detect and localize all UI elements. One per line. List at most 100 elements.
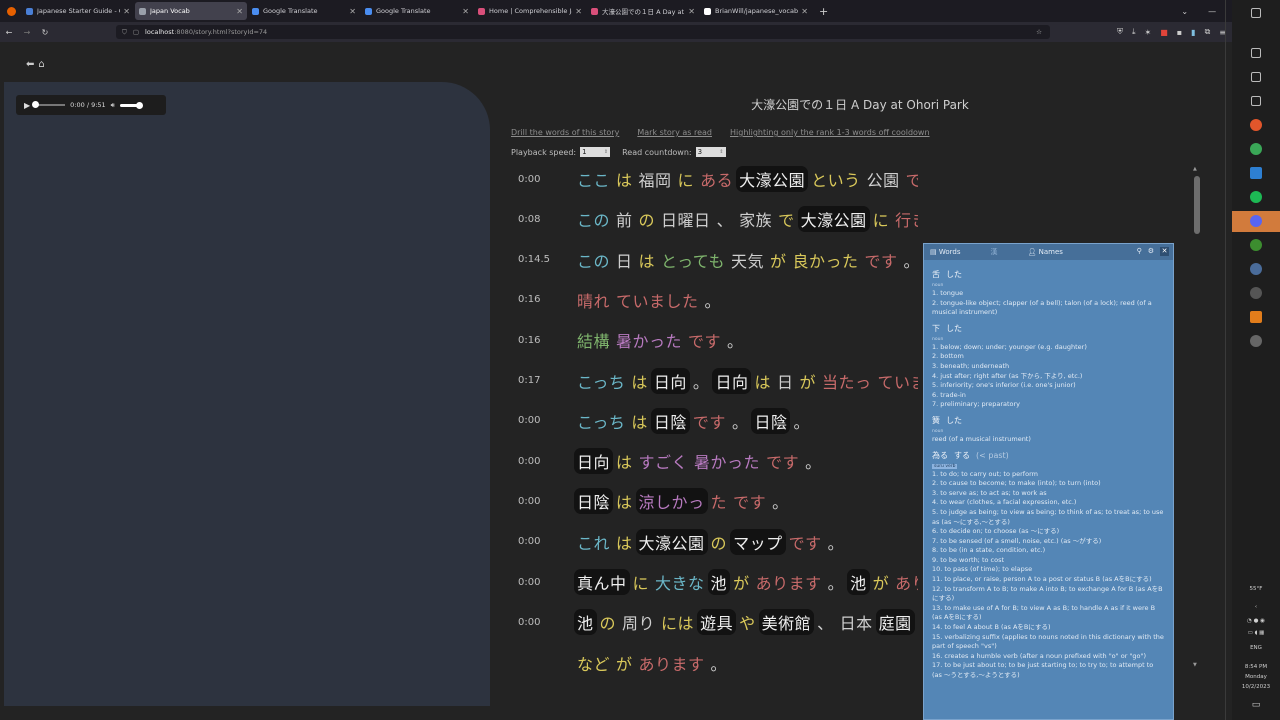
forward-icon[interactable]: → (18, 28, 36, 37)
story-word[interactable]: 周り (619, 609, 658, 635)
line-timestamp[interactable]: 0:00 (518, 617, 574, 628)
story-word[interactable]: 日向 (650, 367, 690, 394)
story-word[interactable]: です (763, 448, 802, 474)
steam-icon[interactable] (1250, 263, 1262, 275)
volume-slider[interactable] (119, 101, 143, 109)
story-word[interactable]: 。 (729, 408, 752, 434)
story-word[interactable]: という (808, 166, 864, 192)
firefox-icon[interactable] (1250, 119, 1262, 131)
yomichan-icon[interactable]: ▮ (1191, 28, 1195, 37)
vlc-icon[interactable] (1250, 311, 1262, 323)
line-timestamp[interactable]: 0:08 (518, 214, 574, 225)
url-bar[interactable]: ⛉ ▢ localhost:8080/story.html?storyId=74… (116, 25, 1050, 39)
home-icon[interactable]: ⌂ (38, 59, 44, 70)
story-word[interactable]: 庭園 (875, 609, 915, 636)
back-icon[interactable]: ← (0, 28, 18, 37)
browser-tab[interactable]: Home | Comprehensible Japan✕ (474, 2, 586, 20)
story-word[interactable]: た (708, 488, 731, 514)
browser-tab[interactable]: BrianWill/japanese_vocab ✕ (700, 2, 812, 20)
story-word[interactable]: 日 (613, 247, 636, 273)
story-word[interactable]: 日本 (837, 609, 876, 635)
sidebar-gallery-icon[interactable] (1251, 48, 1261, 58)
spotify-icon[interactable] (1250, 191, 1262, 203)
story-word[interactable]: 、 (714, 206, 737, 232)
story-word[interactable]: は (613, 448, 636, 474)
language-indicator[interactable]: ENG (1232, 645, 1280, 651)
discord-icon[interactable] (1250, 215, 1262, 227)
story-word[interactable]: あり (892, 569, 918, 595)
drill-words-link[interactable]: Drill the words of this story (511, 128, 619, 137)
story-word[interactable]: に (630, 569, 653, 595)
page-scrollbar[interactable]: ▲ ▼ (1193, 166, 1201, 668)
line-timestamp[interactable]: 0:14.5 (518, 254, 574, 265)
story-word[interactable]: 真ん中 (574, 569, 630, 595)
weather-text[interactable]: 55°F (1232, 586, 1280, 592)
story-word[interactable]: に (870, 206, 893, 232)
story-word[interactable]: の (597, 609, 620, 635)
story-word[interactable]: 日 (774, 368, 797, 394)
story-word[interactable]: 日向 (712, 367, 752, 394)
story-word[interactable]: 。 (825, 529, 848, 555)
story-word[interactable]: 池 (707, 569, 731, 595)
chrome-icon[interactable] (1250, 143, 1262, 155)
tab-close-icon[interactable]: ✕ (801, 7, 808, 16)
story-word[interactable]: 日陰 (751, 407, 791, 434)
story-word[interactable]: です (690, 408, 729, 434)
playback-speed-input[interactable]: 1 ⇕ (580, 147, 611, 157)
story-word[interactable]: は (613, 529, 636, 555)
tab-close-icon[interactable]: ✕ (462, 7, 469, 16)
story-word[interactable]: この (574, 247, 613, 273)
story-word[interactable]: 遊具 (697, 609, 737, 636)
line-timestamp[interactable]: 0:00 (518, 415, 574, 426)
tray-chevron-icon[interactable]: ‹ (1232, 604, 1280, 610)
story-word[interactable]: 晴れ (574, 287, 613, 313)
bookmark-star-icon[interactable]: ☆ (1036, 28, 1042, 36)
story-word[interactable]: は (613, 488, 636, 514)
entry-headword[interactable]: 舌した (932, 269, 1165, 280)
story-word[interactable]: 家族 (736, 206, 775, 232)
story-word[interactable]: 行きま (892, 206, 918, 232)
story-word[interactable]: 池 (574, 609, 597, 636)
story-word[interactable]: です (862, 247, 901, 273)
story-word[interactable]: が (730, 569, 753, 595)
story-word[interactable]: 。 (802, 448, 825, 474)
pin-icon[interactable]: ⚲ (1137, 247, 1142, 256)
browser-tab[interactable]: Google Translate ✕ (248, 2, 360, 20)
story-word[interactable]: これ (574, 529, 613, 555)
line-timestamp[interactable]: 0:16 (518, 335, 574, 346)
browser-tab[interactable]: Japan Vocab ✕ (135, 2, 247, 20)
story-word[interactable]: が (870, 569, 893, 595)
popup-tab-words[interactable]: ▤ Words (930, 248, 960, 256)
story-word[interactable]: 。 (702, 287, 725, 313)
ublock-icon[interactable]: ■ (1160, 28, 1168, 37)
story-word[interactable]: 福岡 (636, 166, 675, 192)
extensions-puzzle-icon[interactable]: ⧉ (1205, 27, 1211, 37)
extension-icon[interactable]: ✶ (1144, 28, 1151, 37)
entry-headword[interactable]: 下した (932, 323, 1165, 334)
story-word[interactable]: 、 (915, 609, 919, 635)
story-word[interactable]: の (708, 529, 731, 555)
tray-icons-2[interactable]: ▭ ◖ ▦ (1232, 630, 1280, 636)
tab-close-icon[interactable]: ✕ (575, 7, 582, 16)
line-timestamp[interactable]: 0:17 (518, 375, 574, 386)
pocket-icon[interactable]: ⛨ (1117, 27, 1123, 37)
notifications-icon[interactable]: ▭ (1232, 700, 1280, 710)
play-icon[interactable]: ▶ (24, 101, 30, 110)
story-word[interactable]: 大濠公園 (797, 206, 870, 233)
shield-icon[interactable]: ⛉ (122, 28, 127, 37)
story-word[interactable]: 大きな (652, 569, 708, 595)
story-word[interactable]: は (613, 166, 636, 192)
popup-tab-kanji[interactable]: 漢 (990, 247, 997, 257)
story-word[interactable]: 池 (847, 569, 870, 595)
story-word[interactable]: 美術館 (758, 609, 815, 636)
story-word[interactable]: すごく (636, 448, 692, 474)
story-word[interactable]: 天気 (728, 247, 767, 273)
highlight-rank-link[interactable]: Highlighting only the rank 1-3 words off… (730, 128, 930, 137)
story-word[interactable]: 暑かった (691, 448, 763, 474)
story-word[interactable]: 。 (724, 327, 747, 353)
entry-headword[interactable]: 為る する (< past) (932, 450, 1165, 461)
story-word[interactable]: や (736, 609, 759, 635)
story-word[interactable]: は (636, 247, 659, 273)
firefox-menu-icon[interactable] (0, 0, 22, 22)
story-word[interactable]: 日陰 (650, 407, 690, 434)
